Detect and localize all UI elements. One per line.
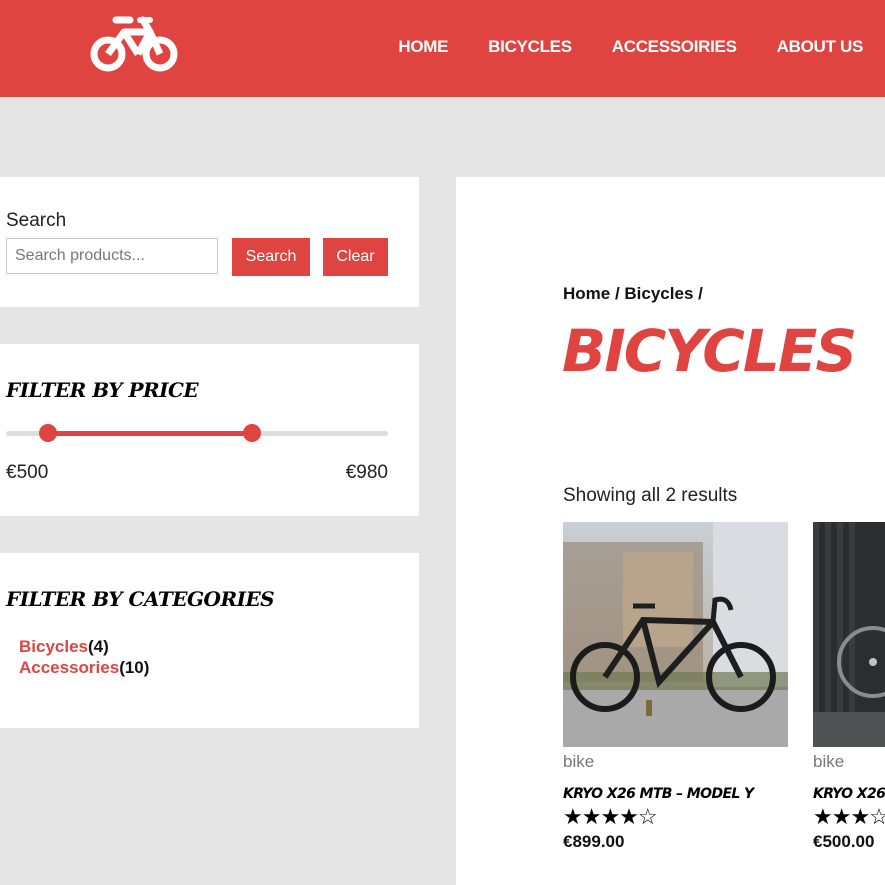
price-filter-widget: FILTER BY PRICE €500 €980 [0, 344, 419, 516]
nav-accessoiries-link[interactable]: ACCESSOIRIES [612, 37, 737, 57]
nav-bicycles-link[interactable]: BICYCLES [488, 37, 572, 57]
product-card[interactable]: bike KRYO X26 MTB – MODEL Y ★★★★☆ €899.0… [563, 522, 788, 851]
price-slider-max-handle[interactable] [243, 424, 261, 442]
price-filter-heading: FILTER BY PRICE [6, 378, 199, 402]
product-category: bike [813, 752, 845, 771]
main-content: Home / Bicycles / BICYCLES Showing all 2… [456, 177, 885, 885]
category-count: (10) [119, 658, 150, 677]
results-count: Showing all 2 results [563, 485, 738, 506]
category-item: Accessories(10) [19, 657, 149, 678]
product-image[interactable] [813, 522, 885, 747]
product-image[interactable] [563, 522, 788, 747]
breadcrumb[interactable]: Home / Bicycles / [563, 284, 703, 304]
product-name[interactable]: KRYO X26 MTB – MODEL Y [563, 786, 754, 802]
category-item: Bicycles(4) [19, 636, 149, 657]
price-slider-min-handle[interactable] [39, 424, 57, 442]
search-widget: Search Search Clear [0, 177, 419, 307]
search-button[interactable]: Search [232, 238, 310, 276]
star-rating: ★★★★☆ [563, 804, 658, 829]
clear-button[interactable]: Clear [323, 238, 388, 276]
site-header: HOME BICYCLES ACCESSOIRIES ABOUT US [0, 0, 885, 97]
category-link-accessories[interactable]: Accessories [19, 658, 119, 677]
category-list: Bicycles(4) Accessories(10) [19, 636, 149, 678]
product-category: bike [563, 752, 595, 771]
price-slider-range [48, 431, 252, 436]
product-name[interactable]: KRYO X26 MTB – MODEL X [813, 786, 885, 802]
product-card[interactable]: bike KRYO X26 MTB – MODEL X ★★★☆☆ €500.0… [813, 522, 885, 851]
category-count: (4) [88, 637, 109, 656]
nav-home-link[interactable]: HOME [398, 37, 448, 57]
product-price: €500.00 [813, 832, 875, 851]
product-price: €899.00 [563, 832, 625, 851]
price-min-label: €500 [6, 462, 49, 483]
search-label: Search [6, 210, 67, 231]
star-rating: ★★★☆☆ [813, 804, 885, 829]
category-filter-heading: FILTER BY CATEGORIES [6, 587, 275, 611]
price-max-label: €980 [345, 462, 388, 483]
category-filter-widget: FILTER BY CATEGORIES Bicycles(4) Accesso… [0, 553, 419, 728]
page-title: BICYCLES [562, 317, 857, 385]
search-input[interactable] [6, 238, 218, 274]
bicycle-logo-icon[interactable] [88, 12, 180, 74]
main-nav: HOME BICYCLES ACCESSOIRIES ABOUT US [398, 37, 885, 57]
nav-about-us-link[interactable]: ABOUT US [777, 37, 864, 57]
category-link-bicycles[interactable]: Bicycles [19, 637, 88, 656]
